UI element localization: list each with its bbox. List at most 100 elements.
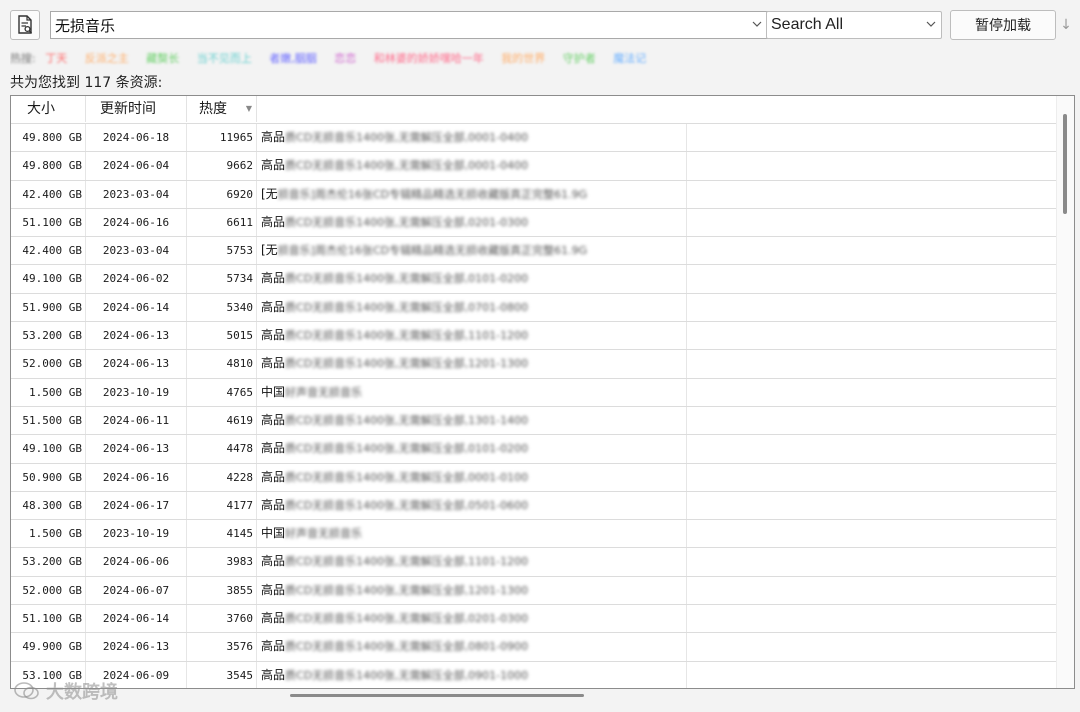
hot-tag[interactable]: 守护者 [563, 52, 596, 65]
cell-title: 高品质CD无损音乐1400张,无需解压全部,1101-1200 [257, 322, 687, 351]
cell-title: 高品质CD无损音乐1400张,无需解压全部,0201-0300 [257, 208, 687, 237]
table-row[interactable]: 52.000 GB 2024-06-13 4810 高品质CD无损音乐1400张,无需… [11, 349, 1056, 379]
toolbar: Search All 暂停加载 ↓ [10, 10, 1072, 40]
cell-date: 2024-06-18 [86, 124, 187, 152]
cell-title-visible: 高品 [261, 299, 286, 314]
hot-tag[interactable]: 藏獒长 [146, 52, 179, 65]
horizontal-scrollbar-thumb[interactable] [290, 694, 584, 697]
column-header-heat[interactable]: 热度 ▼ [187, 96, 257, 122]
cell-size: 1.500 GB [11, 378, 86, 407]
table-row[interactable]: 1.500 GB 2023-10-19 4765 中国好声音无损音乐 [11, 377, 1056, 407]
pause-loading-button[interactable]: 暂停加载 [950, 10, 1056, 40]
cell-heat: 5753 [187, 237, 257, 266]
table-row[interactable]: 53.200 GB 2024-06-06 3983 高品质CD无损音乐1400张,无需… [11, 547, 1056, 577]
table-header: 大小 更新时间 热度 ▼ [11, 96, 1056, 122]
cell-date: 2024-06-13 [86, 633, 187, 662]
watermark: 大数跨境 [14, 678, 118, 704]
cell-heat: 5340 [187, 293, 257, 322]
cell-date: 2023-03-04 [86, 180, 187, 209]
search-scope-select[interactable]: Search All [766, 11, 942, 39]
cell-heat: 3545 [187, 661, 257, 688]
cell-title: 中国好声音无损音乐 [257, 378, 687, 407]
hot-tag[interactable]: 和林婆的娇娇嘿哈一年 [374, 52, 484, 65]
cell-title-visible: 高品 [261, 130, 286, 144]
cell-title-blurred: 质CD无损音乐1400张,无需解压全部,0501-0600 [285, 498, 529, 512]
table-row[interactable]: 48.300 GB 2024-06-17 4177 高品质CD无损音乐1400张,无需… [11, 490, 1056, 520]
cell-title: 高品质CD无损音乐1400张,无需解压全部,0101-0200 [257, 265, 687, 294]
hot-tag[interactable]: 魔法记 [613, 52, 646, 65]
cell-heat: 4228 [187, 463, 257, 492]
hot-tag[interactable]: 丁天 [45, 52, 67, 65]
vertical-scrollbar[interactable] [1056, 96, 1074, 688]
download-arrow-icon[interactable]: ↓ [1060, 14, 1072, 36]
cell-title-visible: 高品 [261, 412, 286, 427]
cell-title-visible: 高品 [261, 469, 286, 484]
cell-heat: 3576 [187, 633, 257, 662]
cell-title-visible: 高品 [261, 356, 286, 371]
cell-title-blurred: 质CD无损音乐1400张,无需解压全部,1101-1200 [285, 555, 529, 569]
cell-title-blurred: 质CD无损音乐1400张,无需解压全部,0101-0200 [285, 442, 529, 456]
search-combobox[interactable] [50, 11, 768, 39]
cell-title-visible: 高品 [261, 214, 286, 229]
table-row[interactable]: 49.100 GB 2024-06-13 4478 高品质CD无损音乐1400张,无需… [11, 434, 1056, 464]
column-header-title[interactable] [257, 96, 1058, 122]
cell-size: 53.200 GB [11, 548, 86, 577]
table-row[interactable]: 51.900 GB 2024-06-14 5340 高品质CD无损音乐1400张,无需… [11, 292, 1056, 322]
cell-heat: 4619 [187, 406, 257, 435]
cell-title-visible: 高品 [261, 497, 286, 512]
cell-size: 51.900 GB [11, 293, 86, 322]
cell-size: 49.800 GB [11, 152, 86, 181]
hot-tag[interactable]: 恋恋 [334, 52, 356, 65]
table-row[interactable]: 51.100 GB 2024-06-14 3760 高品质CD无损音乐1400张,无需… [11, 604, 1056, 634]
cell-title-blurred: 质CD无损音乐1400张,无需解压全部,1201-1300 [285, 357, 529, 371]
table-row[interactable]: 51.100 GB 2024-06-16 6611 高品质CD无损音乐1400张,无需… [11, 207, 1056, 237]
cell-date: 2023-03-04 [86, 237, 187, 266]
vertical-scrollbar-thumb[interactable] [1063, 114, 1067, 214]
cell-title-blurred: 质CD无损音乐1400张,无需解压全部,0201-0300 [285, 612, 529, 626]
cell-heat: 5734 [187, 265, 257, 294]
chevron-down-icon[interactable] [751, 18, 763, 30]
table-row[interactable]: 49.800 GB 2024-06-04 9662 高品质CD无损音乐1400张,无需… [11, 151, 1056, 181]
column-header-date[interactable]: 更新时间 [86, 96, 187, 122]
cell-date: 2024-06-13 [86, 322, 187, 351]
cell-title: 高品质CD无损音乐1400张,无需解压全部,0001-0100 [257, 463, 687, 492]
table-row[interactable]: 49.800 GB 2024-06-18 11965 高品质CD无损音乐1400张,无… [11, 123, 1056, 152]
chevron-down-icon[interactable] [925, 18, 937, 30]
search-input[interactable] [55, 15, 735, 35]
table-row[interactable]: 53.100 GB 2024-06-09 3545 高品质CD无损音乐1400张,无需… [11, 660, 1056, 688]
cell-heat: 6920 [187, 180, 257, 209]
cell-title: 高品质CD无损音乐1400张,无需解压全部,0701-0800 [257, 293, 687, 322]
hot-tag[interactable]: 反派之主 [85, 52, 129, 65]
cell-date: 2024-06-02 [86, 265, 187, 294]
table-row[interactable]: 53.200 GB 2024-06-13 5015 高品质CD无损音乐1400张,无需… [11, 321, 1056, 351]
cell-title-visible: 高品 [261, 441, 286, 456]
table-row[interactable]: 50.900 GB 2024-06-16 4228 高品质CD无损音乐1400张,无需… [11, 462, 1056, 492]
table-row[interactable]: 1.500 GB 2023-10-19 4145 中国好声音无损音乐 [11, 519, 1056, 549]
cell-title: 高品质CD无损音乐1400张,无需解压全部,0101-0200 [257, 435, 687, 464]
column-header-size[interactable]: 大小 [11, 96, 86, 122]
search-scope-value: Search All [771, 16, 844, 33]
table-row[interactable]: 51.500 GB 2024-06-11 4619 高品质CD无损音乐1400张,无需… [11, 405, 1056, 435]
document-search-icon [18, 15, 33, 34]
hot-tag[interactable]: 当不见而上 [197, 52, 252, 65]
table-row[interactable]: 52.000 GB 2024-06-07 3855 高品质CD无损音乐1400张,无需… [11, 575, 1056, 605]
cell-heat: 5015 [187, 322, 257, 351]
hot-tag[interactable]: 者嫩,胭胭 [269, 52, 317, 65]
cell-title-visible: 高品 [261, 554, 286, 569]
cell-size: 1.500 GB [11, 520, 86, 549]
table-row[interactable]: 49.900 GB 2024-06-13 3576 高品质CD无损音乐1400张,无需… [11, 632, 1056, 662]
cell-date: 2024-06-16 [86, 208, 187, 237]
cell-date: 2024-06-04 [86, 152, 187, 181]
table-row[interactable]: 42.400 GB 2023-03-04 5753 [无损音乐]周杰伦16张CD专辑精… [11, 236, 1056, 266]
column-header-heat-label: 热度 [199, 101, 227, 117]
cell-title-blurred: 质CD无损音乐1400张,无需解压全部,0801-0900 [285, 640, 529, 654]
cell-title-visible: 中国 [261, 384, 286, 399]
cell-title: 高品质CD无损音乐1400张,无需解压全部,0001-0400 [257, 124, 687, 152]
document-search-button[interactable] [10, 10, 40, 40]
table-row[interactable]: 49.100 GB 2024-06-02 5734 高品质CD无损音乐1400张,无需… [11, 264, 1056, 294]
cell-title-blurred: 损音乐]周杰伦16张CD专辑精品精选无损收藏版真正完整61.9G [277, 244, 588, 258]
cell-size: 42.400 GB [11, 180, 86, 209]
table-row[interactable]: 42.400 GB 2023-03-04 6920 [无损音乐]周杰伦16张CD专辑精… [11, 179, 1056, 209]
hot-tag[interactable]: 我的世界 [501, 52, 545, 65]
cell-heat: 3760 [187, 605, 257, 634]
